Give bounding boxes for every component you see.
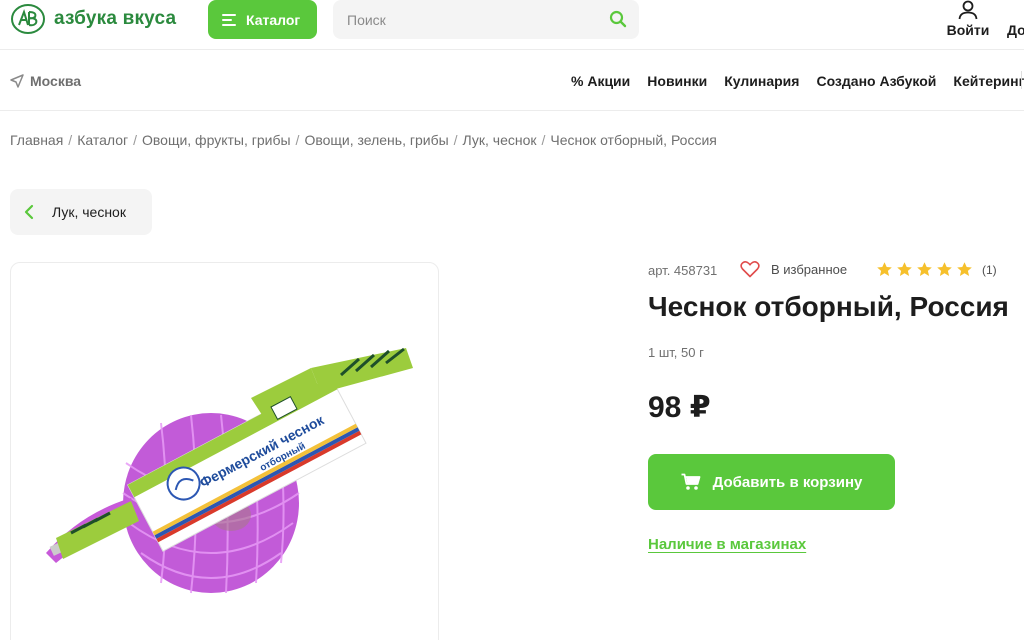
- heart-icon: [740, 261, 760, 278]
- catalog-button[interactable]: Каталог: [208, 0, 317, 39]
- search-input[interactable]: [347, 10, 597, 30]
- star-icon: [917, 262, 932, 276]
- header: азбука вкуса Каталог Войти До: [0, 0, 1024, 50]
- rating[interactable]: (1): [876, 261, 997, 278]
- search-bar: [333, 0, 639, 39]
- article-number-text: арт. 458731: [648, 262, 718, 278]
- user-icon: [958, 0, 978, 20]
- article-number: арт. 458731: [648, 262, 717, 278]
- cart-icon: [681, 473, 701, 490]
- breadcrumb-item[interactable]: Каталог: [77, 132, 128, 148]
- add-to-favorites-button[interactable]: В избранное: [740, 260, 847, 278]
- divider: [1021, 71, 1022, 89]
- garlic-package-image: Фермерский чеснок отборный: [46, 347, 413, 594]
- menu-item-new[interactable]: Новинки: [647, 73, 707, 89]
- menu-icon: [222, 13, 236, 26]
- logo-text: азбука вкуса: [54, 8, 177, 29]
- store-availability-link[interactable]: Наличие в магазинах: [648, 536, 806, 553]
- breadcrumb-item[interactable]: Овощи, фрукты, грибы: [142, 132, 291, 148]
- star-icon: [897, 262, 912, 276]
- back-button-label: Лук, чеснок: [52, 204, 126, 220]
- breadcrumb-current: Чеснок отборный, Россия: [550, 132, 717, 148]
- menu-item-catering[interactable]: Кейтеринг: [953, 73, 1024, 89]
- login-button[interactable]: Войти: [946, 0, 990, 40]
- star-icon: [957, 262, 972, 276]
- breadcrumb-separator: /: [453, 132, 458, 148]
- logo[interactable]: азбука вкуса: [10, 2, 176, 36]
- product-weight: 1 шт, 50 г: [648, 345, 704, 360]
- breadcrumb-separator: /: [541, 132, 546, 148]
- menu-item-cooking[interactable]: Кулинария: [724, 73, 799, 89]
- product-image[interactable]: Фермерский чеснок отборный: [10, 262, 439, 640]
- menu-item-promotions[interactable]: % Акции: [571, 73, 630, 89]
- product-price: 98 ₽: [648, 391, 711, 424]
- breadcrumb-item[interactable]: Лук, чеснок: [463, 132, 537, 148]
- catalog-button-label: Каталог: [246, 11, 301, 28]
- add-to-cart-label: Добавить в корзину: [712, 473, 863, 491]
- back-to-category-button[interactable]: Лук, чеснок: [10, 189, 152, 235]
- star-icon: [877, 262, 892, 276]
- breadcrumb-separator: /: [295, 132, 300, 148]
- add-to-cart-button[interactable]: Добавить в корзину: [648, 454, 895, 510]
- sub-navigation: Москва % Акции Новинки Кулинария Создано…: [0, 51, 1024, 111]
- logo-icon: [11, 4, 45, 34]
- delivery-button-label[interactable]: До: [1007, 22, 1024, 38]
- location-arrow-icon: [10, 74, 24, 88]
- city-label: Москва: [30, 73, 82, 89]
- main-menu: % Акции Новинки Кулинария Создано Азбуко…: [571, 73, 1024, 89]
- breadcrumb-item[interactable]: Главная: [10, 132, 63, 148]
- city-selector[interactable]: Москва: [10, 73, 81, 89]
- product-title: Чеснок отборный, Россия: [648, 291, 1009, 322]
- menu-item-own-brand[interactable]: Создано Азбукой: [816, 73, 936, 89]
- search-icon[interactable]: [609, 10, 627, 28]
- breadcrumb: Главная / Каталог / Овощи, фрукты, грибы…: [10, 132, 717, 148]
- breadcrumb-separator: /: [133, 132, 137, 148]
- reviews-count: (1): [982, 262, 997, 277]
- chevron-left-icon: [24, 204, 34, 220]
- star-icon: [937, 262, 952, 276]
- favorites-label: В избранное: [771, 261, 848, 277]
- breadcrumb-separator: /: [68, 132, 73, 148]
- login-label: Войти: [946, 22, 990, 38]
- breadcrumb-item[interactable]: Овощи, зелень, грибы: [304, 132, 448, 148]
